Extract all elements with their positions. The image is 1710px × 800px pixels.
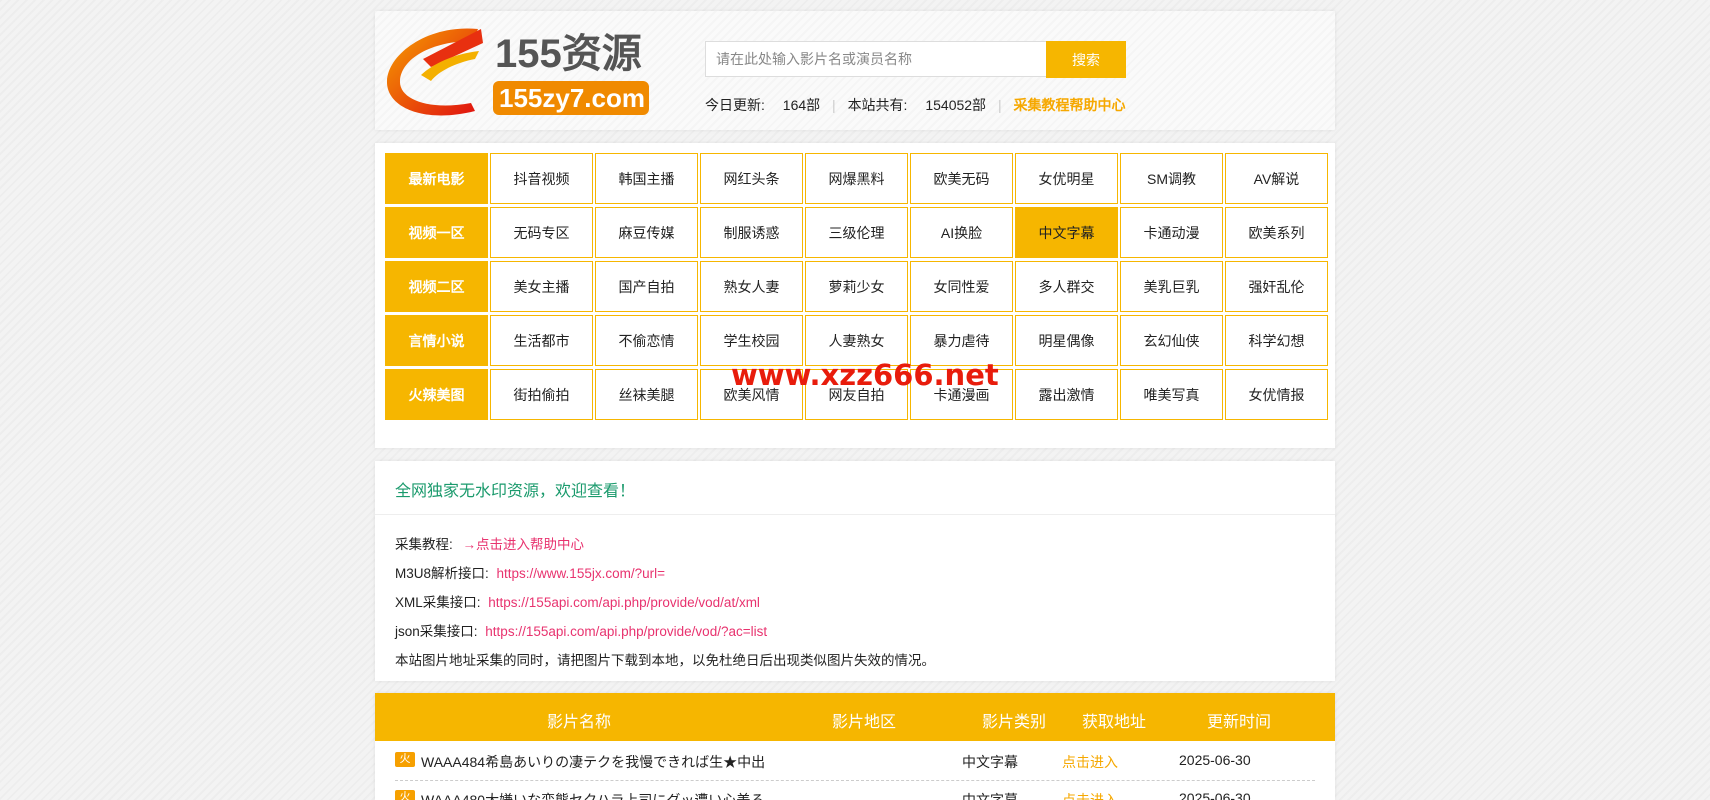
total-value: 154052部 <box>925 97 987 113</box>
video-category: 中文字幕 <box>962 792 1018 800</box>
nav-section-head[interactable]: 视频二区 <box>385 261 488 312</box>
col-link: 获取地址 <box>1082 714 1147 731</box>
nav-category-link[interactable]: 女优明星 <box>1015 153 1118 204</box>
update-time: 2025-06-30 <box>1179 790 1251 800</box>
nav-category-link[interactable]: 多人群交 <box>1015 261 1118 312</box>
video-title[interactable]: WAAA484希島あいりの凄テクを我慢できれば生★中出 <box>421 752 765 772</box>
nav-category-link[interactable]: 无码专区 <box>490 207 593 258</box>
nav-category-link[interactable]: 中文字幕 <box>1015 207 1118 258</box>
nav-category-link[interactable]: SM调教 <box>1120 153 1223 204</box>
info-panel: 全网独家无水印资源，欢迎查看！ 采集教程: →点击进入帮助中心 M3U8解析接口… <box>375 461 1335 681</box>
json-api-link[interactable]: https://155api.com/api.php/provide/vod/?… <box>485 624 767 639</box>
search-button[interactable]: 搜索 <box>1046 41 1126 78</box>
today-label: 今日更新: <box>705 97 765 113</box>
nav-category-link[interactable]: 熟女人妻 <box>700 261 803 312</box>
nav-category-link[interactable]: 三级伦理 <box>805 207 908 258</box>
nav-category-link[interactable]: AI换脸 <box>910 207 1013 258</box>
nav-category-link[interactable]: 萝莉少女 <box>805 261 908 312</box>
xml-api-link[interactable]: https://155api.com/api.php/provide/vod/a… <box>488 595 760 610</box>
nav-category-link[interactable]: 丝袜美腿 <box>595 369 698 420</box>
get-link[interactable]: 点击进入 <box>1062 752 1118 772</box>
nav-category-link[interactable]: 唯美写真 <box>1120 369 1223 420</box>
site-logo[interactable]: 155资源 155zy7.com <box>383 19 655 123</box>
col-region: 影片地区 <box>832 714 897 731</box>
site-stats: 今日更新: 164部 | 本站共有: 154052部 | 采集教程帮助中心 <box>705 95 1125 115</box>
search-input[interactable] <box>705 41 1047 77</box>
watermark-text: www.xzz666.net <box>731 358 999 392</box>
nav-category-link[interactable]: 卡通动漫 <box>1120 207 1223 258</box>
info-line-xml: XML采集接口: https://155api.com/api.php/prov… <box>395 591 760 611</box>
nav-category-link[interactable]: 国产自拍 <box>595 261 698 312</box>
info-note: 本站图片地址采集的同时，请把图片下载到本地，以免杜绝日后出现类似图片失效的情况。 <box>395 653 935 668</box>
info-line-m3u8: M3U8解析接口: https://www.155jx.com/?url= <box>395 562 665 582</box>
site-header: 155资源 155zy7.com 搜索 今日更新: 164部 | 本站共有: 1… <box>375 11 1335 130</box>
update-time: 2025-06-30 <box>1179 752 1251 768</box>
nav-category-link[interactable]: 抖音视频 <box>490 153 593 204</box>
nav-category-link[interactable]: 女同性爱 <box>910 261 1013 312</box>
nav-category-link[interactable]: 玄幻仙侠 <box>1120 315 1223 366</box>
fire-icon: 火 <box>395 790 415 800</box>
help-center-link[interactable]: →点击进入帮助中心 <box>463 537 585 552</box>
nav-category-link[interactable]: 强奸乱伦 <box>1225 261 1328 312</box>
nav-category-link[interactable]: 科学幻想 <box>1225 315 1328 366</box>
fire-icon: 火 <box>395 752 415 767</box>
nav-section-head[interactable]: 视频一区 <box>385 207 488 258</box>
col-time: 更新时间 <box>1207 714 1272 731</box>
nav-category-link[interactable]: 制服诱惑 <box>700 207 803 258</box>
info-label: XML采集接口: <box>395 595 481 610</box>
nav-category-link[interactable]: 美乳巨乳 <box>1120 261 1223 312</box>
nav-category-link[interactable]: 麻豆传媒 <box>595 207 698 258</box>
table-row[interactable]: 火 WAAA484希島あいりの凄テクを我慢できれば生★中出 中文字幕 点击进入 … <box>395 742 1315 781</box>
info-label: M3U8解析接口: <box>395 566 489 581</box>
nav-category-link[interactable]: 网红头条 <box>700 153 803 204</box>
nav-section-head[interactable]: 火辣美图 <box>385 369 488 420</box>
nav-category-link[interactable]: 美女主播 <box>490 261 593 312</box>
m3u8-api-link[interactable]: https://www.155jx.com/?url= <box>497 566 665 581</box>
nav-section-head[interactable]: 言情小说 <box>385 315 488 366</box>
video-category: 中文字幕 <box>962 754 1018 770</box>
info-line-json: json采集接口: https://155api.com/api.php/pro… <box>395 620 767 640</box>
nav-section-head[interactable]: 最新电影 <box>385 153 488 204</box>
info-title: 全网独家无水印资源，欢迎查看！ <box>395 483 636 500</box>
col-name: 影片名称 <box>547 714 612 731</box>
col-category: 影片类别 <box>982 714 1047 731</box>
total-label: 本站共有: <box>847 97 908 113</box>
get-link[interactable]: 点击进入 <box>1062 790 1118 800</box>
nav-category-link[interactable]: 露出激情 <box>1015 369 1118 420</box>
divider: | <box>997 97 1002 113</box>
help-center-link[interactable]: 采集教程帮助中心 <box>1013 97 1125 113</box>
nav-category-link[interactable]: 街拍偷拍 <box>490 369 593 420</box>
nav-category-link[interactable]: 欧美系列 <box>1225 207 1328 258</box>
nav-category-link[interactable]: 女优情报 <box>1225 369 1328 420</box>
logo-domain: 155zy7.com <box>499 83 645 113</box>
logo-text: 155资源 <box>495 32 642 76</box>
video-title[interactable]: WAAA480大嫌いな変態セクハラ上司にグッ遭い心美る <box>421 790 764 800</box>
nav-category-link[interactable]: 不偷恋情 <box>595 315 698 366</box>
table-row[interactable]: 火 WAAA480大嫌いな変態セクハラ上司にグッ遭い心美る 中文字幕 点击进入 … <box>395 780 1315 800</box>
nav-category-link[interactable]: 韩国主播 <box>595 153 698 204</box>
table-header: 影片名称 影片地区 影片类别 获取地址 更新时间 <box>375 693 1335 741</box>
divider: | <box>832 97 836 113</box>
nav-category-link[interactable]: 生活都市 <box>490 315 593 366</box>
category-nav: 最新电影 抖音视频 韩国主播 网红头条 网爆黑料 欧美无码 女优明星 SM调教 AV解说视频一区… <box>375 143 1335 448</box>
info-divider <box>375 514 1335 515</box>
nav-category-link[interactable]: 欧美无码 <box>910 153 1013 204</box>
nav-category-link[interactable]: 网爆黑料 <box>805 153 908 204</box>
info-label: json采集接口: <box>395 624 478 639</box>
info-line-tutorial: 采集教程: →点击进入帮助中心 <box>395 533 584 553</box>
info-label: 采集教程: <box>395 537 453 552</box>
nav-category-link[interactable]: AV解说 <box>1225 153 1328 204</box>
video-table: 影片名称 影片地区 影片类别 获取地址 更新时间 火 WAAA484希島あいりの… <box>375 693 1335 800</box>
nav-category-link[interactable]: 明星偶像 <box>1015 315 1118 366</box>
today-value: 164部 <box>782 97 821 113</box>
